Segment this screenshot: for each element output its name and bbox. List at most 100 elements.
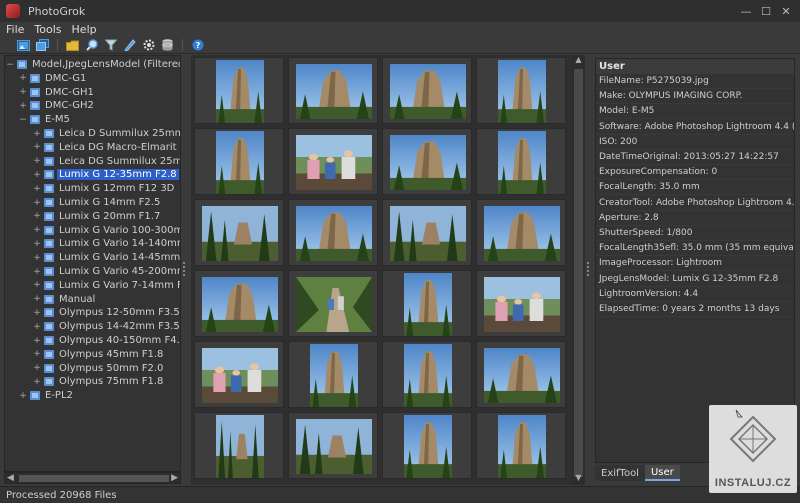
tree-node[interactable]: + Leica DG Summilux 25mm F (32, 155, 180, 168)
help-icon[interactable]: ? (190, 38, 205, 52)
tab-user[interactable]: User (644, 465, 680, 481)
expand-icon[interactable]: + (32, 211, 42, 221)
tree-root[interactable]: − Model,JpegLensModel (Filtered) (5, 58, 180, 71)
tag-icon[interactable] (122, 38, 137, 52)
expand-icon[interactable]: + (32, 336, 42, 346)
expand-icon[interactable]: + (32, 280, 42, 290)
left-splitter-handle[interactable] (183, 262, 187, 276)
thumbnail[interactable] (288, 128, 378, 195)
scroll-left-icon[interactable]: ◀ (7, 473, 14, 483)
database-icon[interactable] (160, 38, 175, 52)
expand-icon[interactable]: + (32, 377, 42, 387)
minimize-icon[interactable]: — (738, 3, 754, 19)
tree-node[interactable]: − E-M5 (18, 113, 180, 126)
settings-icon[interactable] (141, 38, 156, 52)
collapse-icon[interactable]: − (18, 115, 28, 125)
thumbnail[interactable] (288, 341, 378, 408)
thumbnail[interactable] (194, 270, 284, 337)
expand-icon[interactable]: + (32, 142, 42, 152)
thumbnail-grid[interactable] (191, 55, 572, 485)
close-icon[interactable]: ✕ (778, 3, 794, 19)
thumbnail[interactable] (288, 199, 378, 266)
thumbnail[interactable] (194, 128, 284, 195)
thumbnail[interactable] (194, 341, 284, 408)
tree-node[interactable]: + Olympus 75mm F1.8 (32, 375, 180, 388)
expand-icon[interactable]: + (32, 225, 42, 235)
scroll-up-icon[interactable]: ▲ (572, 55, 585, 67)
tree-node[interactable]: + Olympus 14-42mm F3.5-5.6 (32, 320, 180, 333)
tree-node[interactable]: + Olympus 40-150mm F4.0-5. (32, 334, 180, 347)
tree-horizontal-scrollbar[interactable]: ◀ ▶ (4, 472, 181, 484)
scroll-down-icon[interactable]: ▼ (572, 473, 585, 485)
menu-tools[interactable]: Tools (34, 23, 61, 36)
collapse-icon[interactable]: − (5, 60, 15, 70)
menu-file[interactable]: File (6, 23, 24, 36)
thumbnail[interactable] (476, 270, 566, 337)
thumbnail[interactable] (476, 341, 566, 408)
expand-icon[interactable]: + (32, 253, 42, 263)
tree-node[interactable]: + Lumix G 12mm F12 3D (32, 182, 180, 195)
tree-node[interactable]: + Manual (32, 293, 180, 306)
tree-node[interactable]: + Leica D Summilux 25mm F1 (32, 127, 180, 140)
menu-help[interactable]: Help (72, 23, 97, 36)
thumbnail[interactable] (476, 199, 566, 266)
scrollbar-thumb[interactable] (19, 475, 169, 482)
tab-exiftool[interactable]: ExifTool (595, 465, 645, 481)
maximize-icon[interactable]: ☐ (758, 3, 774, 19)
tree-node[interactable]: + Lumix G Vario 100-300mm F (32, 224, 180, 237)
expand-icon[interactable]: + (32, 156, 42, 166)
thumbnail[interactable] (382, 199, 472, 266)
tree-node[interactable]: + Lumix G 20mm F1.7 (32, 210, 180, 223)
folder-icon[interactable] (65, 38, 80, 52)
scrollbar-thumb[interactable] (574, 69, 583, 477)
open-image-icon[interactable] (16, 38, 31, 52)
expand-icon[interactable]: + (32, 294, 42, 304)
tree-node[interactable]: + Olympus 45mm F1.8 (32, 348, 180, 361)
thumbnail[interactable] (382, 341, 472, 408)
thumbnail[interactable] (194, 412, 284, 479)
tree-node[interactable]: + DMC-GH2 (18, 99, 180, 112)
tree-node[interactable]: + Lumix G 12-35mm F2.8 (32, 168, 180, 181)
tree-node[interactable]: + Lumix G 14mm F2.5 (32, 196, 180, 209)
expand-icon[interactable]: + (18, 391, 28, 401)
thumbnail[interactable] (382, 412, 472, 479)
scroll-right-icon[interactable]: ▶ (171, 473, 178, 483)
expand-icon[interactable]: + (32, 170, 42, 180)
thumbnail[interactable] (382, 128, 472, 195)
filter-icon[interactable] (103, 38, 118, 52)
expand-icon[interactable]: + (32, 184, 42, 194)
expand-icon[interactable]: + (32, 322, 42, 332)
thumbnail[interactable] (288, 412, 378, 479)
tree-node[interactable]: + Olympus 12-50mm F3.5-6.3 (32, 306, 180, 319)
right-splitter-handle[interactable] (587, 262, 591, 276)
expand-icon[interactable]: + (32, 308, 42, 318)
tree-node[interactable]: + Lumix G Vario 7-14mm F4.0 (32, 279, 180, 292)
thumbnail[interactable] (194, 57, 284, 124)
thumbnail[interactable] (382, 270, 472, 337)
thumbnail[interactable] (476, 128, 566, 195)
tree-node[interactable]: + DMC-GH1 (18, 86, 180, 99)
copy-icon[interactable] (35, 38, 50, 52)
expand-icon[interactable]: + (32, 129, 42, 139)
expand-icon[interactable]: + (32, 363, 42, 373)
tree-node[interactable]: + Lumix G Vario 45-200mm F4 (32, 265, 180, 278)
search-icon[interactable] (84, 38, 99, 52)
thumbnail[interactable] (476, 412, 566, 479)
thumbnail[interactable] (194, 199, 284, 266)
tree-node[interactable]: + Lumix G Vario 14-140mm F4 (32, 237, 180, 250)
tree-node[interactable]: + DMC-G1 (18, 72, 180, 85)
expand-icon[interactable]: + (18, 87, 28, 97)
tree-node[interactable]: + E-PL2 (18, 389, 180, 402)
tree-node[interactable]: + Leica DG Macro-Elmarit 45n (32, 141, 180, 154)
thumbnail[interactable] (382, 57, 472, 124)
thumbnail[interactable] (476, 57, 566, 124)
expand-icon[interactable]: + (18, 73, 28, 83)
thumbnail-vertical-scrollbar[interactable]: ▲ ▼ (572, 55, 585, 485)
expand-icon[interactable]: + (32, 267, 42, 277)
filter-tree[interactable]: − Model,JpegLensModel (Filtered) + DMC-G1 + D… (4, 55, 181, 472)
expand-icon[interactable]: + (18, 101, 28, 111)
expand-icon[interactable]: + (32, 349, 42, 359)
expand-icon[interactable]: + (32, 239, 42, 249)
expand-icon[interactable]: + (32, 198, 42, 208)
thumbnail[interactable] (288, 270, 378, 337)
